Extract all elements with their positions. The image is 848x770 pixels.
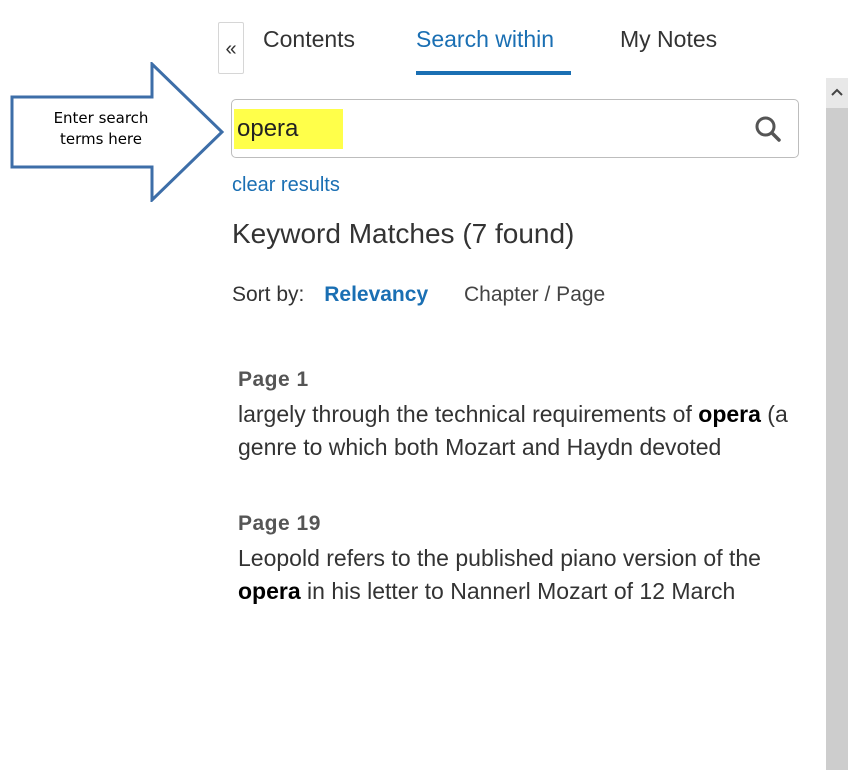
- sort-controls: Sort by: Relevancy Chapter / Page: [232, 283, 605, 307]
- callout-line: Enter search: [53, 109, 149, 127]
- sort-by-label: Sort by:: [232, 283, 305, 306]
- sort-option-relevancy[interactable]: Relevancy: [324, 283, 428, 306]
- snippet-text: largely through the technical requiremen…: [238, 401, 699, 427]
- result-page-number[interactable]: Page 19: [238, 510, 818, 538]
- result-item[interactable]: Page 1 largely through the technical req…: [238, 366, 818, 464]
- search-box: [231, 99, 799, 158]
- result-item[interactable]: Page 19 Leopold refers to the published …: [238, 510, 818, 608]
- tab-search-within[interactable]: Search within: [416, 26, 554, 53]
- result-snippet[interactable]: Leopold refers to the published piano ve…: [238, 542, 818, 608]
- snippet-text: Leopold refers to the published piano ve…: [238, 545, 761, 571]
- scrollbar[interactable]: [826, 78, 848, 770]
- search-icon[interactable]: [754, 115, 782, 143]
- scrollbar-thumb[interactable]: [826, 108, 848, 770]
- tab-my-notes[interactable]: My Notes: [620, 26, 717, 53]
- callout-line: terms here: [59, 130, 142, 148]
- keyword-matches-heading: Keyword Matches (7 found): [232, 218, 575, 249]
- snippet-keyword: opera: [698, 401, 761, 427]
- tab-contents[interactable]: Contents: [263, 26, 355, 53]
- scroll-up-arrow-icon[interactable]: [826, 78, 848, 106]
- callout-label: Enter search terms here: [26, 108, 176, 150]
- sort-option-chapter-page[interactable]: Chapter / Page: [464, 283, 605, 306]
- active-tab-indicator: [416, 71, 571, 75]
- result-page-number[interactable]: Page 1: [238, 366, 818, 394]
- results-list: Page 1 largely through the technical req…: [238, 366, 818, 654]
- snippet-text: in his letter to Nannerl Mozart of 12 Ma…: [300, 578, 736, 604]
- result-snippet[interactable]: largely through the technical requiremen…: [238, 398, 818, 464]
- snippet-keyword: opera: [238, 578, 301, 604]
